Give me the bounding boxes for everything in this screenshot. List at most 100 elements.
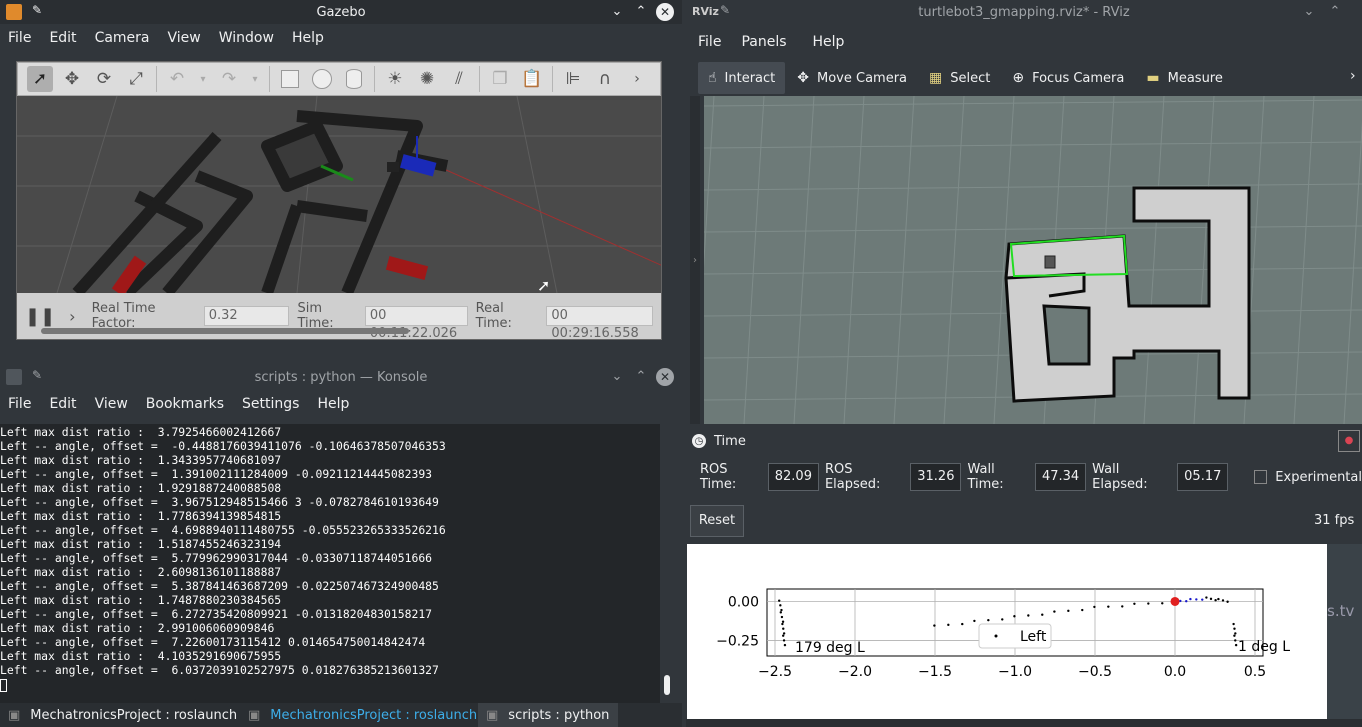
gazebo-3d-view[interactable]: ➚ xyxy=(17,96,661,293)
terminal-output[interactable]: Left max dist ratio : 3.7925466002412667… xyxy=(0,424,660,703)
konsole-app-icon xyxy=(6,369,22,385)
menu-edit[interactable]: Edit xyxy=(49,396,76,412)
rviz-3d-view[interactable] xyxy=(704,96,1362,424)
menu-view[interactable]: View xyxy=(95,396,128,412)
menu-panels[interactable]: Panels xyxy=(741,34,786,50)
select-arrow-icon[interactable]: ➚ xyxy=(27,66,53,92)
data-point xyxy=(1195,598,1198,601)
toolbar-more-icon[interactable]: › xyxy=(624,66,650,92)
align-icon[interactable]: ⊫ xyxy=(560,66,586,92)
x-tick-label: −2.5 xyxy=(758,664,792,680)
experimental-checkbox[interactable] xyxy=(1254,470,1268,484)
undo-icon[interactable]: ↶ xyxy=(164,66,190,92)
ros-time-field: 82.09 xyxy=(767,463,819,491)
menu-settings[interactable]: Settings xyxy=(242,396,299,412)
menu-edit[interactable]: Edit xyxy=(49,30,76,46)
data-point xyxy=(947,623,950,627)
menu-view[interactable]: View xyxy=(168,30,201,46)
terminal-line: Left -- angle, offset = 6.27273542080992… xyxy=(0,607,433,621)
snap-icon[interactable]: ∩ xyxy=(592,66,618,92)
menu-camera[interactable]: Camera xyxy=(95,30,150,46)
menu-window[interactable]: Window xyxy=(219,30,274,46)
tool-label: Select xyxy=(950,70,991,86)
tab-roslaunch-2[interactable]: ▣ MechatronicsProject : roslaunch xyxy=(240,703,478,727)
tab-roslaunch-1[interactable]: ▣ MechatronicsProject : roslaunch xyxy=(0,703,240,727)
box-icon[interactable] xyxy=(277,66,303,92)
tool-move-camera[interactable]: ✥ Move Camera xyxy=(787,62,917,94)
minimize-icon[interactable]: ⌄ xyxy=(608,3,626,21)
menu-file[interactable]: File xyxy=(8,30,31,46)
data-point xyxy=(1121,605,1124,608)
terminal-line: Left max dist ratio : 1.7786394139854815 xyxy=(0,509,282,523)
cylinder-icon[interactable] xyxy=(341,66,367,92)
sphere-icon[interactable] xyxy=(309,66,335,92)
data-point xyxy=(1185,600,1188,603)
minimize-icon[interactable]: ⌄ xyxy=(1300,3,1318,21)
pin-icon[interactable]: ✎ xyxy=(32,368,42,382)
close-icon[interactable]: ✕ xyxy=(656,3,674,21)
map-grid-line xyxy=(704,96,715,269)
terminal-line: Left -- angle, offset = 1.39100211128400… xyxy=(0,467,433,481)
pin-icon[interactable]: ✎ xyxy=(32,3,42,17)
reset-button[interactable]: Reset xyxy=(690,505,744,537)
real-time-field: 00 00:29:16.558 xyxy=(546,306,653,341)
panel-close-icon[interactable]: ● xyxy=(1338,430,1360,452)
rviz-left-collapse[interactable]: › xyxy=(690,96,700,424)
spot-light-icon[interactable]: ✺ xyxy=(414,66,440,92)
maximize-icon[interactable]: ⌃ xyxy=(632,368,650,386)
menu-help[interactable]: Help xyxy=(292,30,324,46)
menu-bookmarks[interactable]: Bookmarks xyxy=(146,396,224,412)
pin-icon[interactable]: ✎ xyxy=(720,3,730,17)
menu-help[interactable]: Help xyxy=(317,396,349,412)
data-point xyxy=(1217,597,1220,601)
terminal-line: Left max dist ratio : 1.3433957740681097 xyxy=(0,453,282,467)
select-icon: ▦ xyxy=(929,70,943,86)
data-point xyxy=(1027,614,1030,617)
toolbar-more-icon[interactable]: › xyxy=(1350,68,1356,84)
data-point xyxy=(961,622,964,626)
minimize-icon[interactable]: ⌄ xyxy=(608,368,626,386)
tool-select[interactable]: ▦ Select xyxy=(919,62,1000,94)
menu-file[interactable]: File xyxy=(698,34,721,50)
tool-measure[interactable]: ▬ Measure xyxy=(1136,62,1232,94)
close-icon[interactable]: ✕ xyxy=(656,368,674,386)
redo-icon[interactable]: ↷ xyxy=(216,66,242,92)
tool-focus-camera[interactable]: ⊕ Focus Camera xyxy=(1002,62,1134,94)
hand-icon: ☝ xyxy=(708,70,717,86)
gazebo-scrollbar[interactable] xyxy=(41,328,409,334)
ros-elapsed-field: 31.26 xyxy=(910,463,962,491)
terminal-scrollbar[interactable] xyxy=(664,675,670,695)
rviz-bottom-strip xyxy=(686,719,1362,727)
maximize-icon[interactable]: ⌃ xyxy=(632,3,650,21)
data-point xyxy=(1161,602,1164,605)
paste-icon[interactable]: 📋 xyxy=(519,66,545,92)
directional-light-icon[interactable]: ⫽ xyxy=(446,66,472,92)
step-icon[interactable]: › xyxy=(69,307,75,326)
terminal-icon: ▣ xyxy=(248,707,261,723)
copy-icon[interactable]: ❐ xyxy=(487,66,513,92)
terminal-line: Left -- angle, offset = 3.96751294851546… xyxy=(0,495,439,509)
pause-icon[interactable]: ❚❚ xyxy=(25,306,55,327)
x-tick-label: −0.5 xyxy=(1078,664,1112,680)
mouse-cursor-icon: ➚ xyxy=(537,276,551,293)
rviz-menubar: File Panels Help xyxy=(686,24,1362,60)
robot-origin-point xyxy=(1170,596,1180,606)
data-point xyxy=(1234,632,1237,635)
tool-interact[interactable]: ☝ Interact xyxy=(698,62,786,94)
toolbar-separator xyxy=(156,66,157,92)
redo-dropdown-icon[interactable]: ▾ xyxy=(248,66,262,92)
plot-legend: Left xyxy=(978,623,1052,649)
scale-icon[interactable]: ⤢ xyxy=(123,66,149,92)
tab-scripts[interactable]: ▣ scripts : python xyxy=(478,703,618,727)
menu-help[interactable]: Help xyxy=(813,34,845,50)
undo-dropdown-icon[interactable]: ▾ xyxy=(196,66,210,92)
sim-time-field: 00 00:11:22.026 xyxy=(364,306,468,341)
translate-icon[interactable]: ✥ xyxy=(59,66,85,92)
point-light-icon[interactable]: ☀ xyxy=(382,66,408,92)
menu-file[interactable]: File xyxy=(8,396,31,412)
time-fields-row: ROS Time: 82.09 ROS Elapsed: 31.26 Wall … xyxy=(692,462,1362,492)
maximize-icon[interactable]: ⌃ xyxy=(1326,3,1344,21)
rotate-icon[interactable]: ⟳ xyxy=(91,66,117,92)
terminal-line: Left max dist ratio : 2.6098136101188887 xyxy=(0,565,282,579)
data-point xyxy=(782,634,785,637)
